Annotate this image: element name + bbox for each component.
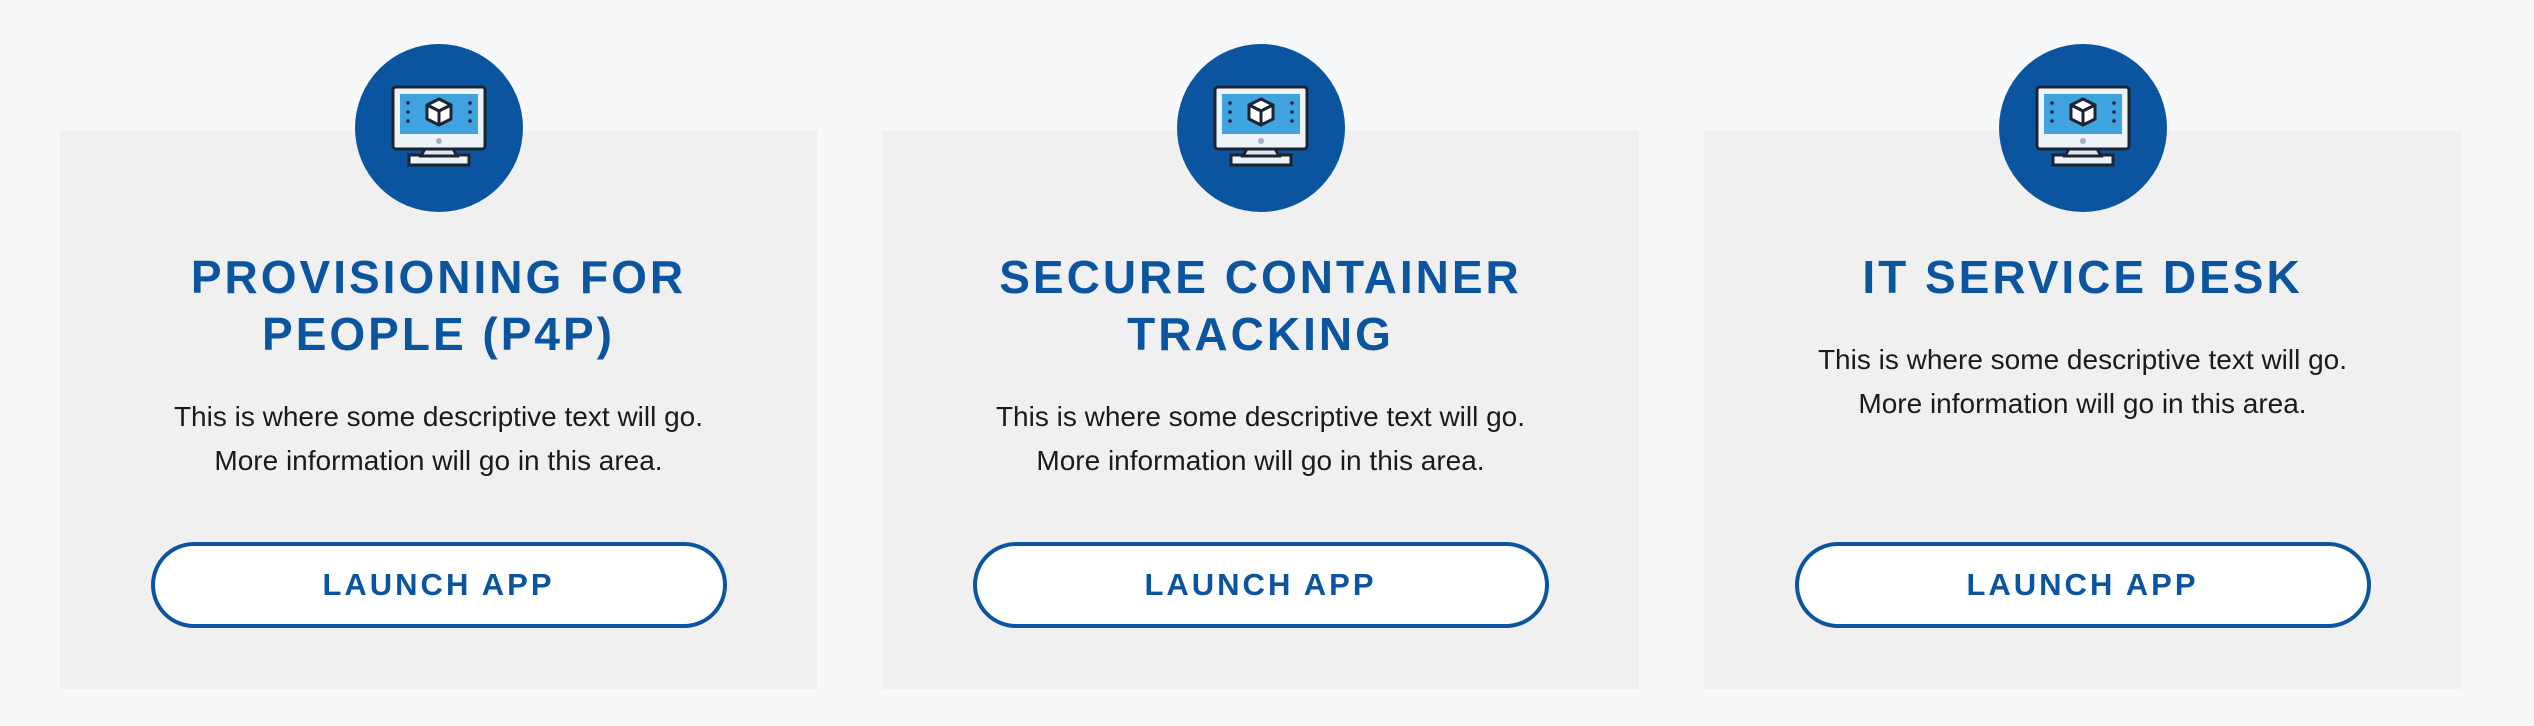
card-description: This is where some descriptive text will… (100, 395, 777, 483)
monitor-cube-icon (1176, 44, 1345, 212)
description-line: This is where some descriptive text will… (1817, 344, 2348, 375)
app-card-secure-container-tracking: SECURE CONTAINER TRACKING This is where … (882, 44, 1639, 689)
launch-app-button[interactable]: LAUNCH APP (1794, 542, 2371, 628)
description-line: This is where some descriptive text will… (173, 401, 704, 432)
card-title: IT SERVICE DESK (1862, 251, 2303, 303)
description-line: More information will go in this area. (214, 445, 663, 476)
card-title: PROVISIONING FOR PEOPLE (P4P) (190, 251, 687, 360)
description-line: This is where some descriptive text will… (995, 401, 1526, 432)
card-description: This is where some descriptive text will… (922, 395, 1599, 483)
monitor-cube-icon (1998, 44, 2167, 212)
card-description: This is where some descriptive text will… (1744, 338, 2421, 426)
launch-app-button[interactable]: LAUNCH APP (972, 542, 1549, 628)
description-line: More information will go in this area. (1858, 388, 2307, 419)
app-card-it-service-desk: IT SERVICE DESK This is where some descr… (1704, 44, 2461, 689)
launch-app-button[interactable]: LAUNCH APP (150, 542, 727, 628)
app-card-p4p: PROVISIONING FOR PEOPLE (P4P) This is wh… (60, 44, 817, 689)
card-title: SECURE CONTAINER TRACKING (999, 251, 1522, 360)
monitor-cube-icon (354, 44, 523, 212)
description-line: More information will go in this area. (1036, 445, 1485, 476)
